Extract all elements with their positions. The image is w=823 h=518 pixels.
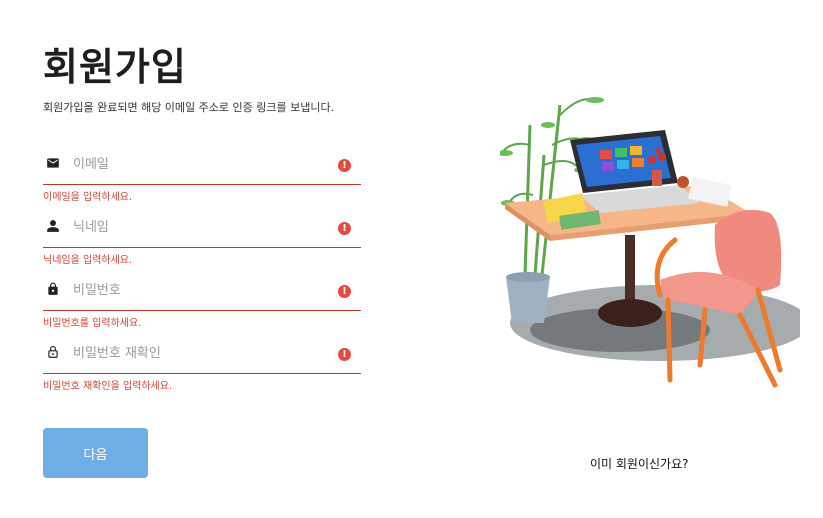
- coffee-cup: [677, 176, 689, 188]
- email-input[interactable]: [73, 152, 323, 176]
- email-error-text: 이메일을 입력하세요.: [43, 192, 133, 203]
- password-field-row: !: [43, 274, 361, 311]
- password-input[interactable]: [73, 278, 323, 302]
- desk-illustration: [500, 97, 800, 388]
- email-field-row: !: [43, 148, 361, 185]
- password-confirm-error-icon: !: [338, 348, 351, 361]
- password-confirm-error-text: 비밀번호 재확인을 입력하세요.: [43, 381, 173, 392]
- nickname-field-group: ! 닉네임을 입력하세요.: [43, 211, 361, 266]
- nickname-field-row: !: [43, 211, 361, 248]
- signup-page: 회원가입 회원가입을 완료되면 해당 이메일 주소로 인증 링크를 보냅니다. …: [0, 0, 823, 518]
- nickname-error-text: 닉네임을 입력하세요.: [43, 255, 133, 266]
- next-button[interactable]: 다음: [43, 428, 148, 478]
- login-link[interactable]: 이미 회원이신가요?: [590, 455, 689, 472]
- lock-icon: [48, 282, 58, 295]
- password-confirm-input[interactable]: [73, 341, 323, 365]
- page-subtitle: 회원가입을 완료되면 해당 이메일 주소로 인증 링크를 보냅니다.: [43, 101, 335, 114]
- password-confirm-field-row: !: [43, 337, 361, 374]
- desk-leg: [625, 235, 635, 310]
- password-error-icon: !: [338, 285, 351, 298]
- plant-pot: [506, 277, 550, 323]
- email-field-group: ! 이메일을 입력하세요.: [43, 148, 361, 203]
- mail-icon: [47, 158, 59, 168]
- password-error-text: 비밀번호를 입력하세요.: [43, 318, 142, 329]
- nickname-error-icon: !: [338, 222, 351, 235]
- lock-open-icon: [48, 345, 58, 358]
- page-title: 회원가입: [43, 45, 187, 89]
- password-confirm-field-group: ! 비밀번호 재확인을 입력하세요.: [43, 337, 361, 392]
- nickname-input[interactable]: [73, 215, 323, 239]
- password-field-group: ! 비밀번호를 입력하세요.: [43, 274, 361, 329]
- email-error-icon: !: [338, 159, 351, 172]
- user-icon: [47, 220, 59, 232]
- vase: [652, 170, 662, 186]
